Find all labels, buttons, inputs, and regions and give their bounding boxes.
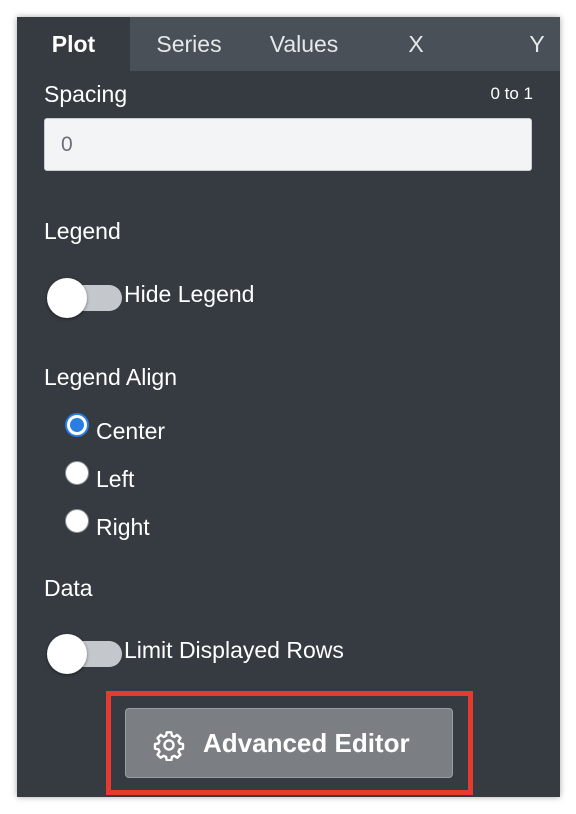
- spacing-label: Spacing: [44, 81, 128, 107]
- limit-rows-label[interactable]: Limit Displayed Rows: [124, 637, 344, 664]
- legend-align-section-label: Legend Align: [44, 364, 178, 390]
- legend-section-label: Legend: [44, 218, 121, 244]
- radio-left[interactable]: [65, 461, 89, 485]
- toggle-knob: [47, 634, 87, 674]
- hide-legend-toggle[interactable]: [47, 278, 123, 318]
- radio-right-label[interactable]: Right: [96, 514, 150, 541]
- toggle-knob: [47, 278, 87, 318]
- tab-values[interactable]: Values: [248, 17, 360, 71]
- spacing-range-hint: 0 to 1: [490, 84, 533, 103]
- plot-settings-panel: Plot Series Values X Y Spacing 0 to 1 0 …: [17, 17, 560, 797]
- spacing-input[interactable]: 0: [44, 118, 532, 171]
- radio-left-label[interactable]: Left: [96, 466, 134, 493]
- highlight-annotation: [106, 691, 473, 795]
- tab-y[interactable]: Y: [472, 17, 560, 71]
- tab-series[interactable]: Series: [130, 17, 248, 71]
- data-section-label: Data: [44, 575, 93, 601]
- hide-legend-label[interactable]: Hide Legend: [124, 281, 254, 308]
- limit-rows-toggle[interactable]: [47, 634, 123, 674]
- tab-plot[interactable]: Plot: [17, 17, 130, 71]
- radio-center[interactable]: [65, 413, 89, 437]
- tab-bar: Plot Series Values X Y: [17, 17, 560, 71]
- radio-center-label[interactable]: Center: [96, 418, 165, 445]
- radio-right[interactable]: [65, 509, 89, 533]
- tab-x[interactable]: X: [360, 17, 472, 71]
